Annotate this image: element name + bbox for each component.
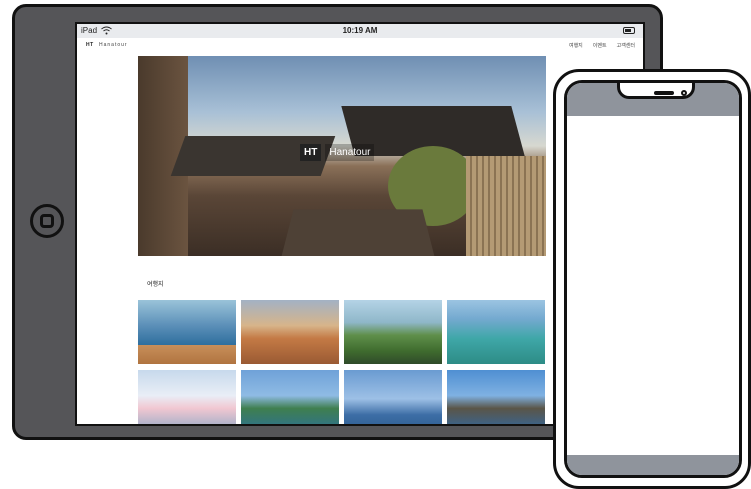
nav-item-destinations[interactable]: 여행지 xyxy=(569,42,583,49)
hero-image: HT Hanatour xyxy=(138,56,546,256)
mockup-stage: iPad 10:19 AM HT Hanatour 여행지 이벤트 고객센터 H… xyxy=(0,0,751,489)
speaker-icon xyxy=(654,91,674,95)
site-nav: 여행지 이벤트 고객센터 xyxy=(569,42,635,49)
status-bar: iPad 10:19 AM xyxy=(77,24,643,38)
destination-thumb[interactable] xyxy=(138,300,236,364)
phone-screen xyxy=(564,80,742,478)
site-logo-mark[interactable]: HT xyxy=(86,42,94,48)
destination-grid xyxy=(138,300,546,424)
site-logo-name[interactable]: Hanatour xyxy=(99,42,128,48)
home-button-icon xyxy=(40,214,54,228)
camera-icon xyxy=(681,90,687,96)
nav-item-support[interactable]: 고객센터 xyxy=(617,42,635,49)
destination-thumb[interactable] xyxy=(241,300,339,364)
hero-fence xyxy=(466,156,546,256)
site-header: HT Hanatour 여행지 이벤트 고객센터 xyxy=(77,38,643,54)
destination-thumb[interactable] xyxy=(447,370,545,424)
nav-item-events[interactable]: 이벤트 xyxy=(593,42,607,49)
destination-thumb[interactable] xyxy=(344,370,442,424)
hero-logo-mark: HT xyxy=(300,144,322,161)
destination-thumb[interactable] xyxy=(447,300,545,364)
phone-bottom-bar xyxy=(567,455,739,475)
destination-thumb[interactable] xyxy=(138,370,236,424)
hero-logo-name: Hanatour xyxy=(325,144,375,161)
destination-thumb[interactable] xyxy=(344,300,442,364)
status-time: 10:19 AM xyxy=(342,26,378,35)
destination-thumb[interactable] xyxy=(241,370,339,424)
hero-street xyxy=(281,209,435,256)
phone-device xyxy=(553,69,751,489)
section-title: 여행지 xyxy=(147,282,164,288)
battery-icon xyxy=(623,27,635,34)
hero-logo: HT Hanatour xyxy=(300,144,375,161)
home-button[interactable] xyxy=(30,204,64,238)
